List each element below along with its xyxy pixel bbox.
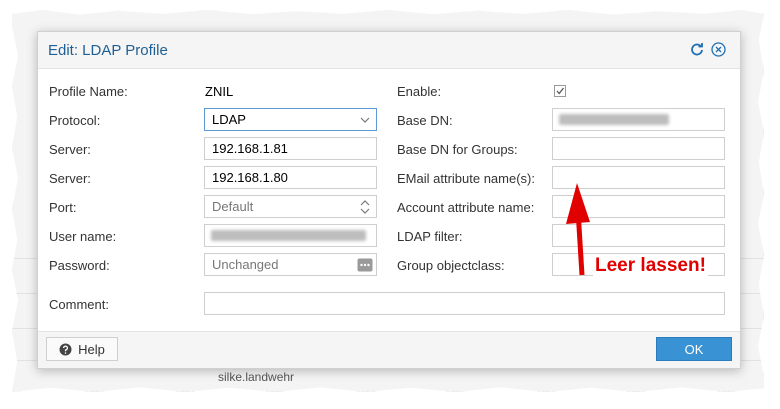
annotation-text: Leer lassen! — [593, 255, 708, 277]
annotation-arrow-head — [566, 183, 590, 224]
annotation-arrow-layer — [566, 183, 590, 276]
